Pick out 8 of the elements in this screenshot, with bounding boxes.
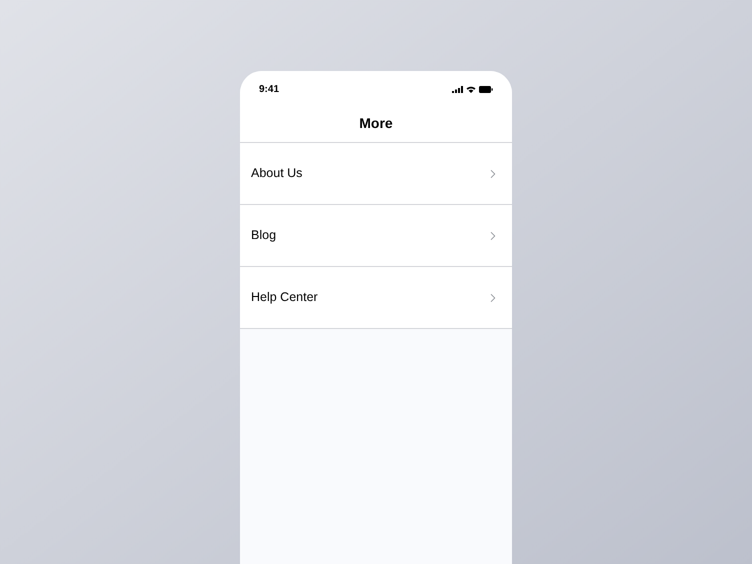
menu-item[interactable]: Blog: [240, 205, 512, 267]
status-time: 9:41: [259, 82, 280, 96]
battery-icon: [479, 86, 493, 92]
signal-icon: [452, 86, 463, 92]
wifi-icon: [466, 86, 476, 92]
menu-item[interactable]: Help Center: [240, 267, 512, 329]
screen-title: More: [359, 114, 393, 133]
menu-item[interactable]: About Us: [240, 143, 512, 205]
